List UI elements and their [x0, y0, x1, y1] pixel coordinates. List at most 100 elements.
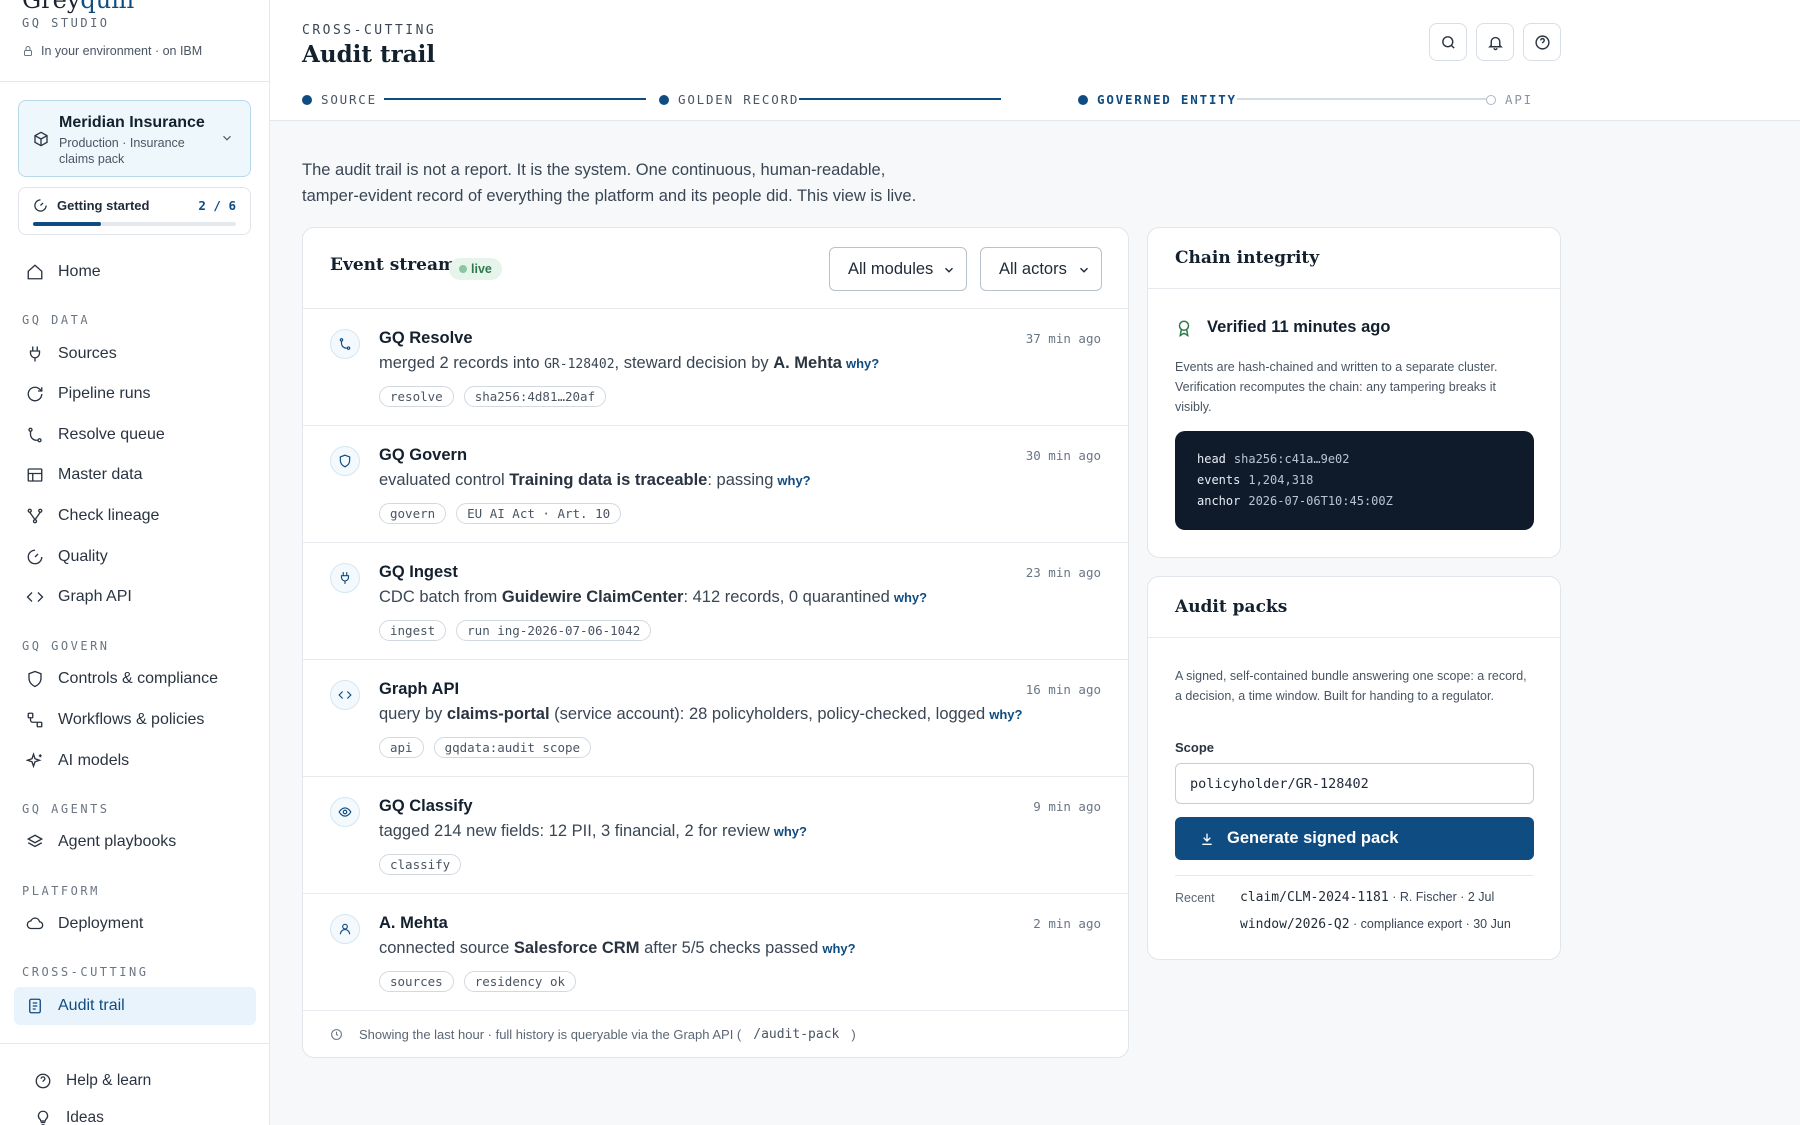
chain-description: Events are hash-chained and written to a… [1175, 360, 1498, 414]
nav-check-lineage[interactable]: Check lineage [14, 497, 256, 535]
event-tags: classify [379, 854, 462, 875]
brand-logo[interactable]: Greyquill [22, 0, 134, 14]
lightbulb-icon [37, 1110, 49, 1125]
nav-agent-playbooks-label: Agent playbooks [58, 833, 177, 850]
event-row-resolve[interactable]: GQ Resolve 37 min ago merged 2 records i… [303, 309, 1128, 426]
help-icon [35, 1073, 51, 1089]
nav-master-data[interactable]: Master data [14, 456, 256, 494]
event-tag: govern [379, 503, 447, 524]
chain-key: anchor [1197, 494, 1241, 508]
event-tag: api [379, 737, 424, 758]
step-governed-entity[interactable]: GOVERNED ENTITY [1078, 92, 1237, 107]
search-button[interactable] [1429, 23, 1467, 61]
download-icon [1202, 833, 1212, 845]
stepper-line-3 [1227, 98, 1489, 100]
event-description: CDC batch from Guidewire ClaimCenter: 41… [379, 588, 927, 607]
getting-started-count: 2 / 6 [198, 198, 236, 213]
nav-ai-models-label: AI models [58, 752, 130, 769]
event-highlight: Guidewire ClaimCenter [501, 588, 684, 606]
step-label: API [1505, 92, 1533, 107]
footer-endpoint[interactable]: /audit-pack [753, 1027, 839, 1042]
event-text-part: tagged 214 new fields: 12 PII, 3 financi… [379, 822, 770, 840]
why-link[interactable]: why? [822, 941, 855, 956]
nav-resolve-queue[interactable]: Resolve queue [14, 416, 256, 454]
step-api[interactable]: API [1486, 92, 1533, 107]
chevron-down-icon [1080, 267, 1088, 273]
step-dot [1486, 94, 1496, 105]
nav-deployment[interactable]: Deployment [14, 905, 256, 943]
recent-label: Recent [1175, 891, 1215, 905]
modules-filter[interactable]: All modules [829, 247, 967, 291]
step-golden-record[interactable]: GOLDEN RECORD [659, 92, 800, 107]
nav-home[interactable]: Home [14, 253, 256, 291]
step-source[interactable]: SOURCE [302, 92, 377, 107]
nav-pipeline-runs[interactable]: Pipeline runs [14, 375, 256, 413]
recent-pack-item[interactable]: window/2026-Q2 · compliance export · 30 … [1240, 917, 1511, 932]
environment-label: In your environment · on IBM [22, 44, 202, 58]
event-row-ingest[interactable]: GQ Ingest 23 min ago CDC batch from Guid… [303, 543, 1128, 660]
clock-icon [331, 1028, 342, 1040]
nav-audit-trail[interactable]: Audit trail [14, 987, 256, 1025]
intro-line-2: tamper-evident record of everything the … [302, 187, 917, 205]
step-dot [1078, 94, 1088, 105]
getting-started-card[interactable]: Getting started 2 / 6 [18, 187, 251, 235]
nav-controls-compliance[interactable]: Controls & compliance [14, 660, 256, 698]
event-text-part: query by [379, 705, 447, 723]
event-stream-header: Event stream live All modules All actors [303, 228, 1128, 309]
event-row-classify[interactable]: GQ Classify 9 min ago tagged 214 new fie… [303, 777, 1128, 894]
event-time: 2 min ago [1033, 916, 1101, 931]
lock-icon [24, 46, 32, 56]
event-text-part: , steward decision by [614, 354, 774, 372]
event-icon [330, 329, 360, 359]
nav-deployment-label: Deployment [58, 915, 144, 932]
nav-agent-playbooks[interactable]: Agent playbooks [14, 823, 256, 861]
nav-ideas[interactable]: Ideas [22, 1099, 264, 1125]
cloud-icon [26, 917, 44, 930]
nav-audit-trail-label: Audit trail [58, 997, 125, 1014]
event-icon [330, 446, 360, 476]
why-link[interactable]: why? [777, 473, 810, 488]
event-highlight: A. Mehta [773, 354, 842, 372]
event-tag: EU AI Act · Art. 10 [456, 503, 622, 524]
recent-pack-scope: claim/CLM-2024-1181 [1240, 890, 1389, 905]
help-button[interactable] [1523, 23, 1561, 61]
why-link[interactable]: why? [894, 590, 927, 605]
step-label: GOLDEN RECORD [678, 92, 800, 107]
generate-signed-pack-button[interactable]: Generate signed pack [1175, 817, 1534, 860]
event-description: tagged 214 new fields: 12 PII, 3 financi… [379, 822, 807, 841]
event-tags: ingest run ing-2026-07-06-1042 [379, 620, 652, 641]
nav-sources[interactable]: Sources [14, 335, 256, 373]
nav-ai-models[interactable]: AI models [14, 742, 256, 780]
nav-resolve-queue-label: Resolve queue [58, 426, 165, 443]
scope-input[interactable] [1175, 763, 1534, 804]
nav-section-gq-agents: GQ AGENTS [22, 802, 110, 816]
event-actor: Graph API [379, 680, 460, 698]
why-link[interactable]: why? [774, 824, 807, 839]
nav-graph-api[interactable]: Graph API [14, 578, 256, 616]
event-tags: api gqdata:audit scope [379, 737, 592, 758]
event-row-graph-api[interactable]: Graph API 16 min ago query by claims-por… [303, 660, 1128, 777]
nav-help-learn[interactable]: Help & learn [22, 1062, 264, 1100]
event-record-code: GR-128402 [544, 357, 615, 372]
event-row-user[interactable]: A. Mehta 2 min ago connected source Sale… [303, 894, 1128, 1011]
nav-quality[interactable]: Quality [14, 538, 256, 576]
audit-packs-header: Audit packs [1148, 577, 1560, 638]
recent-pack-meta: · R. Fischer · 2 Jul [1388, 890, 1495, 904]
nav-sources-label: Sources [58, 345, 117, 362]
modules-filter-value: All modules [848, 259, 934, 278]
nav-section-platform: PLATFORM [22, 884, 100, 898]
notifications-button[interactable] [1476, 23, 1514, 61]
event-row-govern[interactable]: GQ Govern 30 min ago evaluated control T… [303, 426, 1128, 543]
sparkle-icon [26, 752, 42, 769]
event-actor: A. Mehta [379, 914, 448, 932]
actors-filter[interactable]: All actors [980, 247, 1102, 291]
chain-value: sha256:c41a…9e02 [1233, 452, 1350, 466]
workspace-switcher[interactable]: Meridian Insurance Production · Insuranc… [18, 100, 251, 177]
why-link[interactable]: why? [846, 356, 879, 371]
recent-pack-item[interactable]: claim/CLM-2024-1181 · R. Fischer · 2 Jul [1240, 890, 1494, 905]
why-link[interactable]: why? [989, 707, 1022, 722]
nav-controls-label: Controls & compliance [58, 670, 219, 687]
audit-packs-description: A signed, self-contained bundle answerin… [1175, 669, 1527, 703]
chain-integrity-header: Chain integrity [1148, 228, 1560, 289]
nav-workflows-policies[interactable]: Workflows & policies [14, 701, 256, 739]
